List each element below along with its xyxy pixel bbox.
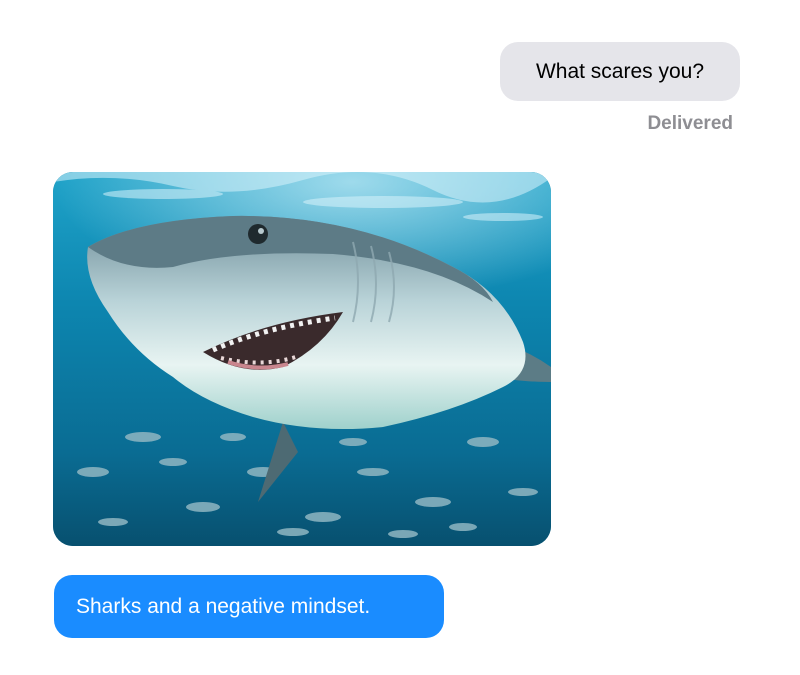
sent-message-bubble[interactable]: What scares you? <box>500 42 740 101</box>
received-message-bubble[interactable]: Sharks and a negative mindset. <box>54 575 444 638</box>
shark-photo[interactable] <box>53 172 551 546</box>
message-thread: What scares you? Delivered Sharks and a … <box>0 0 800 675</box>
received-message-text: Sharks and a negative mindset. <box>76 595 371 618</box>
sent-message-text: What scares you? <box>535 60 705 83</box>
shark-photo-icon <box>53 172 551 546</box>
delivery-status: Delivered <box>647 113 733 134</box>
